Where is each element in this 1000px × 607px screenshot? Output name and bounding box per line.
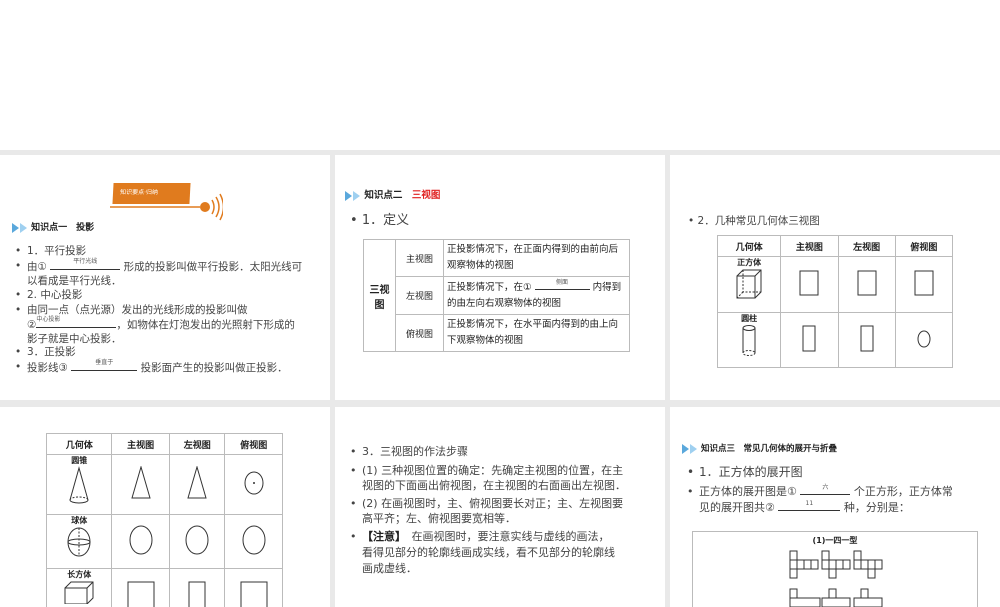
table-group-label: 三视图: [364, 240, 396, 352]
definition-table: 三视图主视图正投影情况下，在正面内得到的由前向后观察物体的视图 左视图正投影情况…: [363, 239, 630, 352]
table-cell: 圆柱: [718, 313, 781, 368]
slide-thumbnail-5[interactable]: 3．三视图的作法步骤 (1) 三种视图位置的确定：先确定主视图的位置，在主 视图…: [335, 407, 665, 607]
net-figure-box: (1)一四一型: [692, 531, 978, 607]
cylinder-icon: [739, 324, 759, 358]
views-table: 几何体主视图左视图俯视图 正方体 圆柱: [717, 235, 953, 368]
cuboid-icon: [63, 580, 95, 604]
slide-thumbnail-2[interactable]: 知识点二 三视图 • 1．定义 三视图主视图正投影情况下，在正面内得到的由前向后…: [335, 155, 665, 400]
table-header: 左视图: [838, 236, 895, 257]
cube-icon: [734, 268, 764, 302]
figure-title: (1)一四一型: [693, 535, 977, 546]
section-heading: 知识点二 三视图: [345, 189, 440, 203]
arrow-icon: [12, 223, 19, 233]
rect-view: [112, 569, 170, 607]
bullet-item: (1) 三种视图位置的确定：先确定主视图的位置，在主 视图的下面画出俯视图，在主…: [362, 463, 626, 493]
section-heading: 知识点三 常见几何体的展开与折叠: [682, 442, 837, 456]
subtitle: 1．正方体的展开图: [699, 465, 803, 479]
bullet-item: 由① 平行光线 形成的投影叫做平行投影．太阳光线可以看成是平行光线．: [27, 259, 302, 288]
views-table: 几何体主视图左视图俯视图 圆锥 球体 长方体: [46, 433, 283, 607]
table-cell: 长方体: [47, 569, 112, 607]
square-view: [895, 257, 952, 313]
table-cell: 正投影情况下，在正面内得到的由前向后观察物体的视图: [444, 240, 630, 277]
rect-view: [225, 569, 283, 607]
table-cell: 正投影情况下，在水平面内得到的由上向下观察物体的视图: [444, 315, 630, 352]
note-item: 【注意】 在画视图时，要注意实线与虚线的画法，看得见部分的轮廓线画成实线，看不见…: [362, 529, 615, 577]
arrow-icon: [353, 191, 360, 201]
bullet-item: 2. 中心投影: [27, 288, 82, 302]
circle-view: [895, 313, 952, 368]
arrow-icon: [690, 444, 697, 454]
top-blank-area: [0, 0, 1000, 150]
sphere-icon: [66, 526, 92, 558]
cone-icon: [67, 466, 91, 506]
table-cell: 球体: [47, 515, 112, 569]
bullet-item: 投影线③ 垂直于 投影面产生的投影叫做正投影．: [27, 360, 288, 375]
table-header: 俯视图: [225, 434, 283, 455]
subtitle: • 2．几种常见几何体三视图: [688, 214, 820, 228]
arrow-icon: [20, 223, 27, 233]
slide-thumbnail-6[interactable]: 知识点三 常见几何体的展开与折叠 1．正方体的展开图 正方体的展开图是① 六 个…: [670, 407, 1000, 607]
table-header: 俯视图: [895, 236, 952, 257]
table-header: 左视图: [169, 434, 225, 455]
table-cell: 俯视图: [396, 315, 444, 352]
triangle-view: [112, 455, 170, 515]
bullet-item: 由同一点（点光源）发出的光线形成的投影叫做②中心投影，如物体在灯泡发出的光照射下…: [27, 303, 295, 346]
arrow-icon: [682, 444, 689, 454]
table-cell: 圆锥: [47, 455, 112, 515]
rect-view: [169, 569, 225, 607]
signal-icon: [108, 193, 223, 223]
circle-dot-view: [225, 455, 283, 515]
bullet-item: 3．正投影: [27, 345, 76, 359]
bullet-item: 3．三视图的作法步骤: [362, 445, 468, 459]
square-view: [838, 257, 895, 313]
table-cell: 左视图: [396, 277, 444, 315]
table-header: 主视图: [781, 236, 838, 257]
section-heading: 知识点一 投影: [12, 221, 94, 235]
triangle-view: [169, 455, 225, 515]
table-header: 主视图: [112, 434, 170, 455]
table-header: 几何体: [718, 236, 781, 257]
subtitle: • 1．定义: [350, 213, 409, 229]
bullet-item: (2) 在画视图时，主、俯视图要长对正；主、左视图要 高平齐；左、俯视图要宽相等…: [362, 496, 623, 526]
rect-view: [781, 313, 838, 368]
slide-thumbnail-4[interactable]: 几何体主视图左视图俯视图 圆锥 球体 长方体: [0, 407, 330, 607]
circle-view: [169, 515, 225, 569]
circle-view: [112, 515, 170, 569]
table-cell: 主视图: [396, 240, 444, 277]
circle-view: [225, 515, 283, 569]
table-cell: 正方体: [718, 257, 781, 313]
bullet-item: 正方体的展开图是① 六 个正方形，正方体常见的展开图共② 11 种，分别是：: [699, 484, 953, 516]
rect-view: [838, 313, 895, 368]
slide-thumbnail-1[interactable]: 知识要点·归纳 知识点一 投影 1．平行投影 由① 平行光线 形成的投影叫做平行…: [0, 155, 330, 400]
square-view: [781, 257, 838, 313]
cube-nets: [788, 550, 898, 607]
table-cell: 正投影情况下，在① 侧面 内得到的由左向右观察物体的视图: [444, 277, 630, 315]
table-header: 几何体: [47, 434, 112, 455]
arrow-icon: [345, 191, 352, 201]
slide-thumbnail-3[interactable]: • 2．几种常见几何体三视图 几何体主视图左视图俯视图 正方体 圆柱: [670, 155, 1000, 400]
